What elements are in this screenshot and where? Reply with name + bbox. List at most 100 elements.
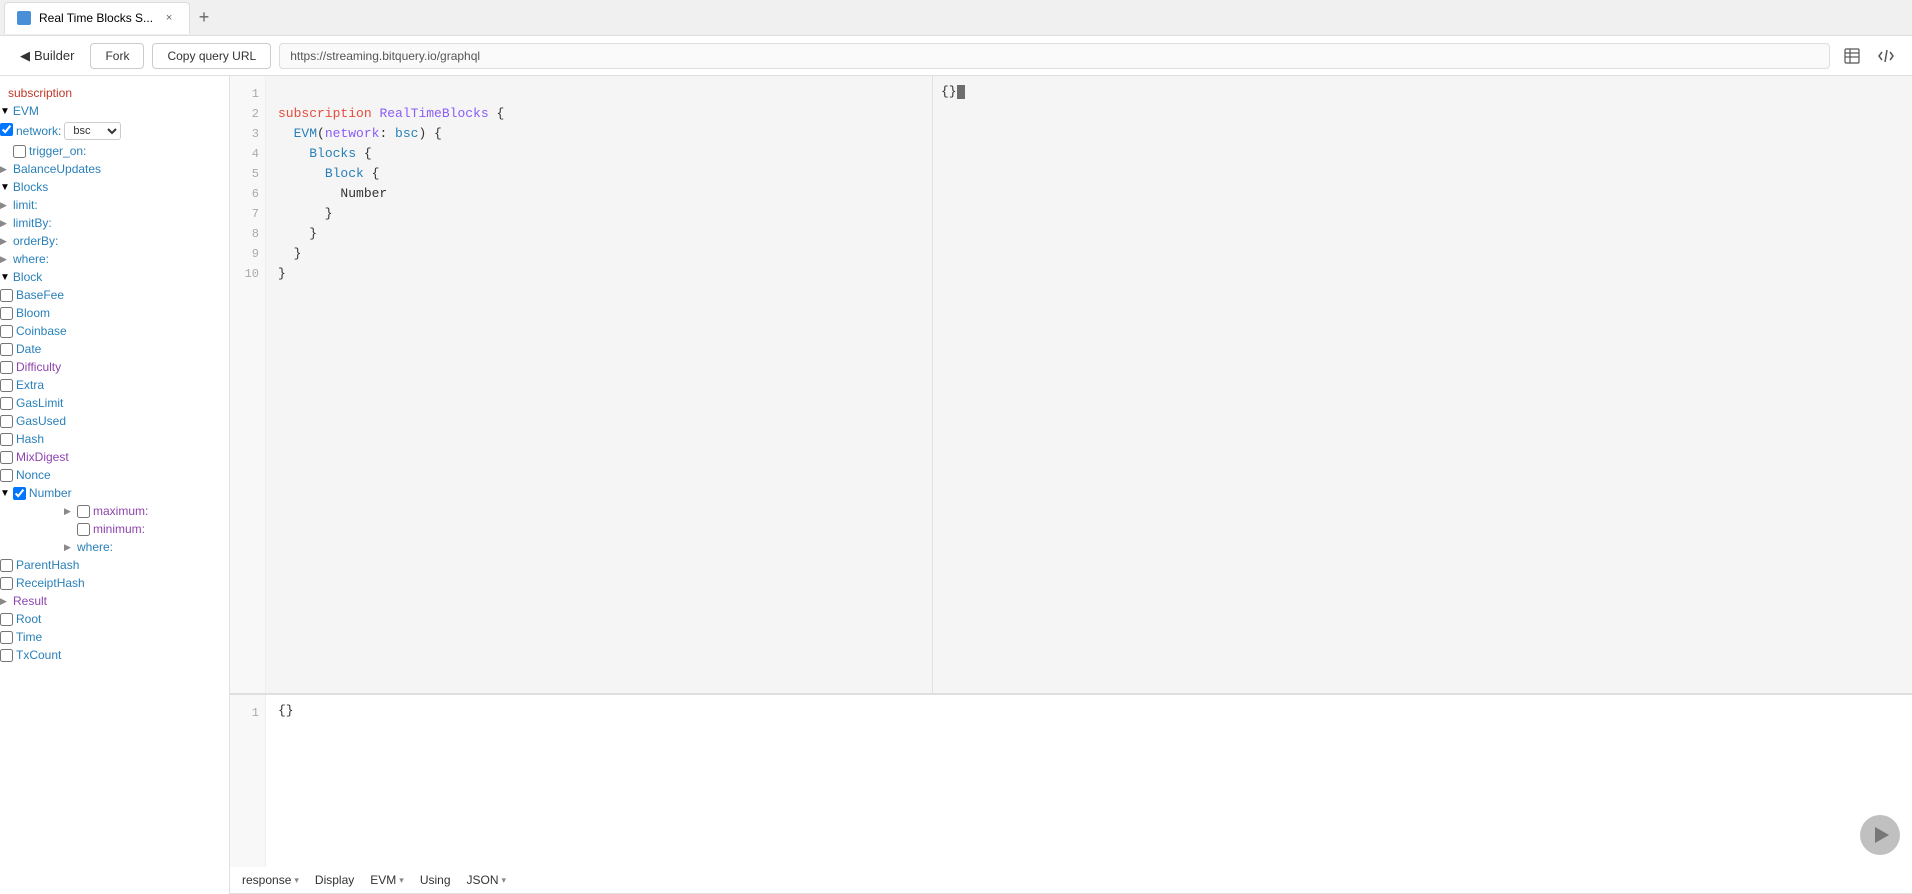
table-view-icon[interactable]: [1838, 42, 1866, 70]
extra-check[interactable]: [0, 379, 13, 392]
nonce-check[interactable]: [0, 469, 13, 482]
play-button[interactable]: [1860, 815, 1900, 855]
copy-query-url-button[interactable]: Copy query URL: [152, 43, 271, 69]
code-editor-region[interactable]: 1 2 3 4 5 6 7 8 9 10 subscription RealTi…: [230, 76, 932, 693]
sidebar-item-hash[interactable]: Hash: [0, 430, 229, 448]
sidebar-item-minimum[interactable]: minimum:: [0, 520, 229, 538]
minimum-label: minimum:: [93, 522, 145, 536]
network-select[interactable]: bsc eth matic: [64, 122, 121, 140]
tab-close-button[interactable]: ×: [161, 10, 177, 26]
limitby-expand-icon: ▶: [0, 218, 10, 229]
hash-check[interactable]: [0, 433, 13, 446]
result-expand-icon: ▶: [0, 596, 10, 607]
line-num-9: 9: [230, 244, 265, 264]
network-checkbox: [0, 123, 13, 139]
trigger-check[interactable]: [13, 145, 26, 158]
json-dropdown[interactable]: JSON ▾: [467, 873, 507, 887]
active-tab[interactable]: Real Time Blocks S... ×: [4, 2, 190, 34]
cursor: [957, 85, 965, 99]
sidebar-item-trigger[interactable]: trigger_on:: [0, 142, 229, 160]
right-panel: {}: [932, 76, 1912, 693]
sidebar-item-coinbase[interactable]: Coinbase: [0, 322, 229, 340]
sidebar-item-maximum[interactable]: ▶ maximum:: [0, 502, 229, 520]
sidebar-item-difficulty[interactable]: Difficulty: [0, 358, 229, 376]
sidebar-item-network[interactable]: network: bsc eth matic: [0, 120, 229, 142]
sidebar-item-time[interactable]: Time: [0, 628, 229, 646]
gasused-check[interactable]: [0, 415, 13, 428]
sidebar-item-gaslimit[interactable]: GasLimit: [0, 394, 229, 412]
bloom-check[interactable]: [0, 307, 13, 320]
sidebar-item-limitby[interactable]: ▶ limitBy:: [0, 214, 229, 232]
txcount-label: TxCount: [16, 648, 61, 662]
balance-expand-icon: ▶: [0, 164, 10, 175]
sidebar-item-root[interactable]: Root: [0, 610, 229, 628]
url-input[interactable]: [279, 43, 1830, 69]
evm-dropdown[interactable]: EVM ▾: [370, 873, 404, 887]
root-check[interactable]: [0, 613, 13, 626]
receipthash-check[interactable]: [0, 577, 13, 590]
txcount-check[interactable]: [0, 649, 13, 662]
sidebar-item-date[interactable]: Date: [0, 340, 229, 358]
sidebar-item-evm[interactable]: ▼ EVM: [0, 102, 229, 120]
date-check[interactable]: [0, 343, 13, 356]
sidebar-item-orderby[interactable]: ▶ orderBy:: [0, 232, 229, 250]
date-label: Date: [16, 342, 41, 356]
code-editor-content[interactable]: subscription RealTimeBlocks { EVM(networ…: [266, 76, 932, 693]
result-editor: 1 {}: [230, 695, 1912, 867]
new-tab-button[interactable]: +: [190, 4, 218, 32]
sidebar-item-parenthash[interactable]: ParentHash: [0, 556, 229, 574]
network-label: network:: [16, 124, 61, 138]
line-num-3: 3: [230, 124, 265, 144]
sidebar-item-basefee[interactable]: BaseFee: [0, 286, 229, 304]
sidebar-item-gasused[interactable]: GasUsed: [0, 412, 229, 430]
response-dropdown[interactable]: response ▾: [242, 873, 299, 887]
toolbar: ◀ Builder Fork Copy query URL: [0, 36, 1912, 76]
main-area: subscription ▼ EVM network: bsc eth mati…: [0, 76, 1912, 894]
result-toolbar: response ▾ Display EVM ▾ Using JSON ▾: [230, 867, 1912, 894]
result-area: 1 {} response ▾ Display EVM: [230, 694, 1912, 894]
sidebar-item-limit[interactable]: ▶ limit:: [0, 196, 229, 214]
builder-back-button[interactable]: ◀ Builder: [12, 44, 82, 68]
sidebar-item-where[interactable]: ▶ where:: [0, 250, 229, 268]
sidebar-item-mixdigest[interactable]: MixDigest: [0, 448, 229, 466]
sidebar-item-where-sub[interactable]: ▶ where:: [0, 538, 229, 556]
maximum-label: maximum:: [93, 504, 148, 518]
sidebar-item-block[interactable]: ▼ Block: [0, 268, 229, 286]
sidebar-item-nonce[interactable]: Nonce: [0, 466, 229, 484]
tab-title: Real Time Blocks S...: [39, 11, 153, 25]
number-check[interactable]: [13, 487, 26, 500]
line-numbers: 1 2 3 4 5 6 7 8 9 10: [230, 76, 266, 693]
time-check[interactable]: [0, 631, 13, 644]
gaslimit-check[interactable]: [0, 397, 13, 410]
sidebar-item-result[interactable]: ▶ Result: [0, 592, 229, 610]
mixdigest-check[interactable]: [0, 451, 13, 464]
minimum-check[interactable]: [77, 523, 90, 536]
sidebar-item-blocks[interactable]: ▼ Blocks: [0, 178, 229, 196]
response-label: response: [242, 873, 291, 887]
fork-button[interactable]: Fork: [90, 43, 144, 69]
block-collapse-icon: ▼: [0, 272, 10, 283]
evm-dropdown-arrow: ▾: [399, 875, 404, 886]
basefee-check[interactable]: [0, 289, 13, 302]
line-num-8: 8: [230, 224, 265, 244]
sidebar-item-balance-updates[interactable]: ▶ BalanceUpdates: [0, 160, 229, 178]
right-panel-content: {}: [941, 84, 957, 99]
maximum-check[interactable]: [77, 505, 90, 518]
sidebar-item-bloom[interactable]: Bloom: [0, 304, 229, 322]
code-view-icon[interactable]: [1872, 42, 1900, 70]
difficulty-check[interactable]: [0, 361, 13, 374]
sidebar-item-receipthash[interactable]: ReceiptHash: [0, 574, 229, 592]
network-check[interactable]: [0, 123, 13, 136]
sidebar-item-number[interactable]: ▼ Number: [0, 484, 229, 502]
where-expand-icon: ▶: [0, 254, 10, 265]
time-label: Time: [16, 630, 42, 644]
hash-label: Hash: [16, 432, 44, 446]
where-sub-expand-icon: ▶: [64, 542, 74, 553]
basefee-label: BaseFee: [16, 288, 64, 302]
parenthash-check[interactable]: [0, 559, 13, 572]
result-line-num-1: 1: [230, 703, 265, 723]
coinbase-check[interactable]: [0, 325, 13, 338]
sidebar-item-txcount[interactable]: TxCount: [0, 646, 229, 664]
code-editor-top: 1 2 3 4 5 6 7 8 9 10 subscription RealTi…: [230, 76, 1912, 694]
sidebar-item-extra[interactable]: Extra: [0, 376, 229, 394]
